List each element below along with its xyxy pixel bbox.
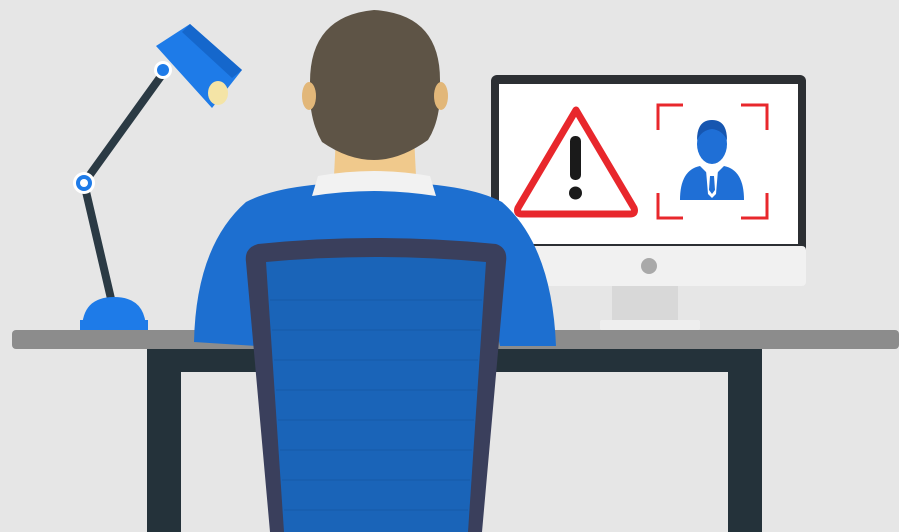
desk-leg-left	[147, 346, 181, 532]
monitor-foot	[600, 320, 700, 330]
illustration-scene	[0, 0, 899, 532]
office-chair	[245, 238, 507, 532]
head-hair	[309, 10, 441, 160]
ear-right	[434, 82, 448, 110]
desk-leg-right	[728, 346, 762, 532]
ear-left	[302, 82, 316, 110]
monitor-stand	[612, 280, 678, 324]
chair-back	[266, 257, 486, 532]
monitor-power-dot	[641, 258, 657, 274]
